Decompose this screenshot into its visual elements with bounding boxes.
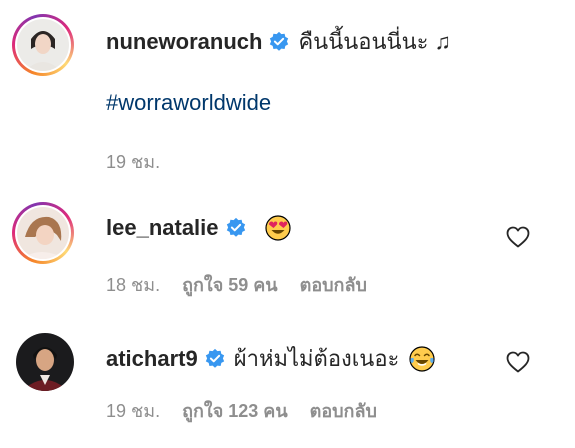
comment-line: lee_natalie — [106, 215, 291, 241]
tears-of-joy-emoji-icon — [409, 345, 435, 372]
timestamp[interactable]: 18 ชม. — [106, 270, 160, 299]
heart-eyes-emoji-icon — [264, 215, 291, 241]
comment-meta: 18 ชม. ถูกใจ 59 คน ตอบกลับ — [106, 270, 367, 299]
reply-button[interactable]: ตอบกลับ — [300, 270, 367, 299]
timestamp[interactable]: 19 ชม. — [106, 147, 160, 176]
verified-badge-icon — [205, 348, 224, 368]
verified-badge-icon — [226, 217, 245, 237]
likes-count[interactable]: ถูกใจ 59 คน — [182, 270, 278, 299]
avatar-photo-icon — [16, 333, 74, 391]
comment-meta: 19 ชม. — [106, 147, 160, 176]
comment-line: atichart9 ผ้าห่มไม่ต้องเนอะ — [106, 341, 435, 376]
comment-meta: 19 ชม. ถูกใจ 123 คน ตอบกลับ — [106, 396, 377, 425]
avatar[interactable] — [17, 19, 69, 71]
comment-text: คืนนี้นอนนี่นะ ♫ — [298, 29, 452, 54]
avatar-story-ring[interactable] — [12, 14, 74, 76]
comment-1: nuneworanuch คืนนี้นอนนี่นะ ♫ #worraworl… — [0, 0, 575, 175]
avatar-photo-icon — [17, 207, 69, 259]
comment-text: ผ้าห่มไม่ต้องเนอะ — [233, 346, 400, 371]
timestamp[interactable]: 19 ชม. — [106, 396, 160, 425]
username[interactable]: atichart9 — [106, 346, 198, 372]
comment-line: nuneworanuch คืนนี้นอนนี่นะ ♫ — [106, 24, 451, 59]
avatar-photo-icon — [17, 19, 69, 71]
hashtag-link[interactable]: #worraworldwide — [106, 90, 271, 116]
verified-badge-icon — [270, 31, 289, 51]
avatar[interactable] — [16, 333, 74, 391]
username[interactable]: nuneworanuch — [106, 29, 262, 55]
avatar[interactable] — [17, 207, 69, 259]
like-heart-icon[interactable] — [506, 226, 530, 248]
avatar-story-ring[interactable] — [12, 202, 74, 264]
reply-button[interactable]: ตอบกลับ — [310, 396, 377, 425]
likes-count[interactable]: ถูกใจ 123 คน — [182, 396, 288, 425]
like-heart-icon[interactable] — [506, 351, 530, 373]
username[interactable]: lee_natalie — [106, 215, 219, 241]
